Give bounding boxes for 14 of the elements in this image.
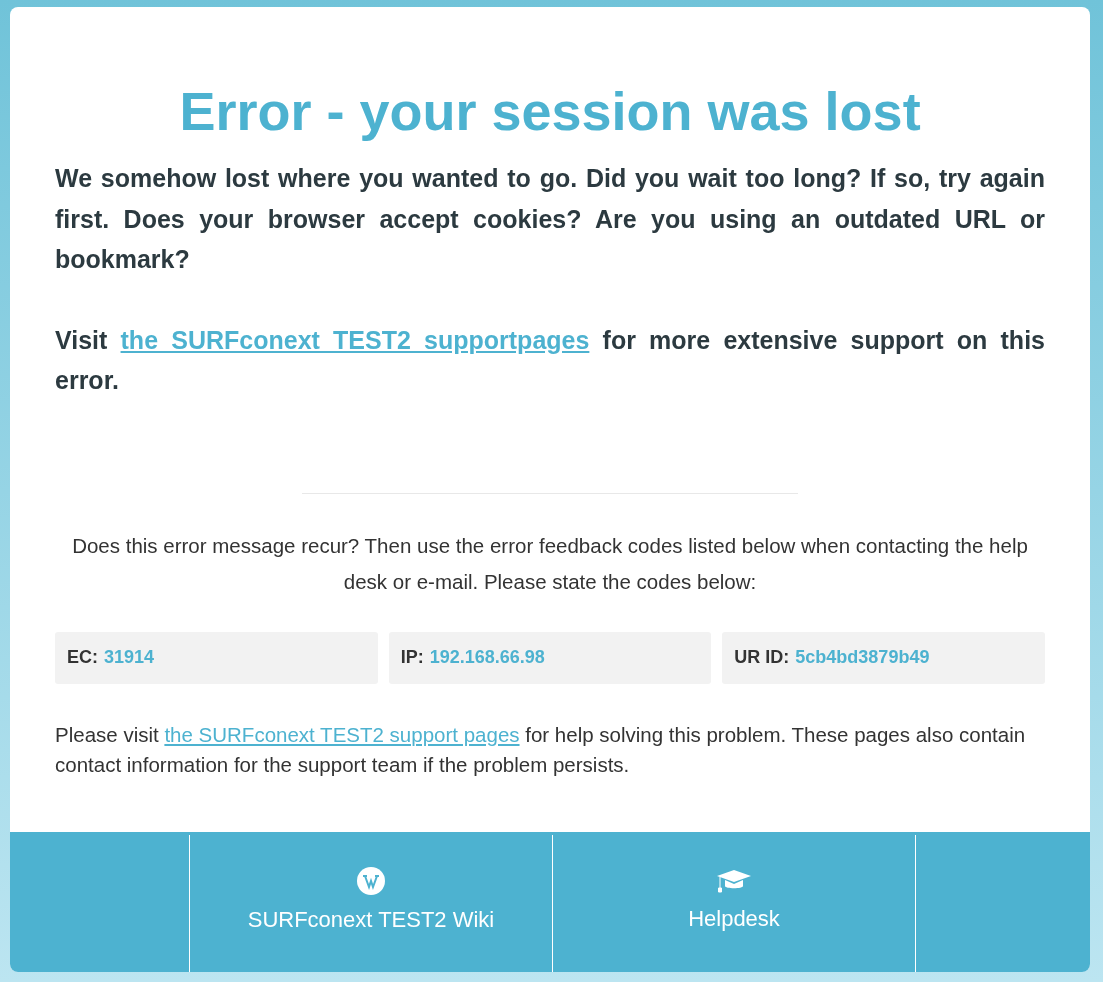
wikipedia-icon (357, 866, 385, 895)
footer-link[interactable]: Helpdesk (553, 835, 916, 972)
error-code: UR ID: 5cb4bd3879b49 (722, 631, 1045, 684)
support-pages-link[interactable]: the SURFconext TEST2 support pages (164, 722, 520, 746)
support-text: Visit the SURFconext TEST2 supportpages for more extensive support on this error. (55, 324, 1045, 396)
recur-text: Does this error message recur? Then use the error feedback codes listed below when contacting the help desk or e-mail. Please state the codes below: (71, 532, 1029, 595)
graduation-cap-icon (716, 867, 752, 894)
error-code: EC: 31914 (55, 631, 378, 684)
support-link[interactable]: the SURFconext TEST2 supportpages (120, 325, 590, 354)
intro-text: We somehow lost where you wanted to go. Did you wait too long? If so, try again first. Does your browser accept cookies? Are you using an outdated URL or bookmark? (55, 163, 1045, 275)
help-text: Please visit the SURFconext TEST2 support pages for help solving this problem. These pages also contain contact information for the support team if the problem persists. (55, 721, 1027, 778)
page-title: Error - your session was lost (178, 81, 922, 141)
footer-link[interactable]: SURFconext TEST2 Wiki (190, 835, 553, 972)
error-code: IP: 192.168.66.98 (388, 631, 712, 684)
